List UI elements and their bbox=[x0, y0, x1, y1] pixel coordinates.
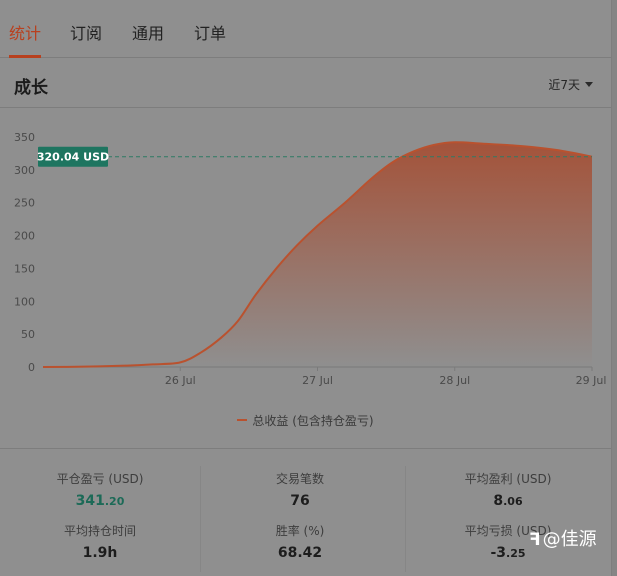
watermark-logo-icon: ꟻ bbox=[529, 530, 541, 550]
stat-item: 平均持仓时间 1.9h bbox=[0, 522, 200, 561]
time-range-value: 近7天 bbox=[548, 78, 580, 92]
reference-label: 320.04 USD bbox=[37, 151, 109, 164]
section-title: 成长 bbox=[14, 78, 48, 98]
y-tick-label: 350 bbox=[14, 131, 35, 144]
stat-value-integer: 68.42 bbox=[277, 545, 323, 561]
y-tick-label: 50 bbox=[21, 328, 35, 341]
x-tick-label: 29 Jul bbox=[576, 374, 607, 387]
y-tick-label: 150 bbox=[14, 262, 35, 275]
growth-header: 成长 近7天 bbox=[0, 58, 611, 108]
watermark: ꟻ @佳源 bbox=[529, 525, 597, 551]
stat-item: 交易笔数 76 bbox=[200, 470, 400, 509]
tab-subscription[interactable]: 订阅 bbox=[70, 20, 102, 44]
time-range-dropdown[interactable]: 近7天 bbox=[548, 76, 593, 93]
stat-label: 平仓盈亏 (USD) bbox=[56, 472, 144, 486]
x-tick-label: 26 Jul bbox=[165, 374, 196, 387]
y-tick-label: 250 bbox=[14, 197, 35, 210]
stat-value-integer: 76 bbox=[290, 493, 310, 509]
stat-value-integer: -3 bbox=[490, 545, 507, 561]
growth-chart: 0 50 100 150 200 250 300 350 26 Jul 27 Jul 28 Jul 2… bbox=[14, 131, 607, 387]
stat-value-decimal: .20 bbox=[104, 495, 125, 508]
stat-value-decimal: .06 bbox=[503, 495, 523, 508]
x-tick-label: 28 Jul bbox=[439, 374, 470, 387]
tab-general[interactable]: 通用 bbox=[132, 20, 164, 44]
stat-item: 平仓盈亏 (USD) 341.20 bbox=[0, 470, 200, 509]
stat-label: 平均持仓时间 bbox=[63, 524, 136, 538]
stat-value-integer: 8 bbox=[493, 493, 504, 509]
stat-value: 1.9h bbox=[0, 545, 200, 561]
stat-item: 胜率 (%) 68.42 bbox=[200, 522, 400, 561]
series-area bbox=[43, 142, 592, 367]
y-tick-label: 0 bbox=[28, 361, 35, 374]
legend-label: 总收益 (包含持仓盈亏) bbox=[252, 414, 374, 428]
stats-divider bbox=[0, 448, 611, 449]
tab-statistics[interactable]: 统计 bbox=[9, 20, 41, 44]
stat-label: 平均盈利 (USD) bbox=[464, 472, 552, 486]
window-edge bbox=[611, 0, 617, 576]
watermark-text: @佳源 bbox=[542, 529, 597, 550]
y-tick-label: 200 bbox=[14, 230, 35, 243]
stat-value: 68.42 bbox=[200, 545, 400, 561]
stat-value: 76 bbox=[200, 493, 400, 509]
stat-label: 交易笔数 bbox=[275, 472, 324, 486]
chart-legend: 总收益 (包含持仓盈亏) bbox=[0, 412, 611, 429]
y-tick-label: 100 bbox=[14, 295, 35, 308]
stat-value-integer: 1.9h bbox=[82, 545, 118, 561]
tab-orders[interactable]: 订单 bbox=[194, 20, 226, 44]
legend-swatch bbox=[237, 419, 248, 421]
y-tick-label: 300 bbox=[14, 164, 35, 177]
tab-bar: 统计 订阅 通用 订单 bbox=[0, 0, 611, 58]
stat-label: 胜率 (%) bbox=[275, 524, 325, 538]
caret-down-icon bbox=[585, 82, 593, 87]
x-tick-label: 27 Jul bbox=[302, 374, 333, 387]
stat-value: 341.20 bbox=[0, 493, 200, 509]
stat-value-integer: 341 bbox=[75, 493, 105, 509]
stat-value-decimal: .25 bbox=[506, 547, 526, 560]
stat-value: 8.06 bbox=[405, 493, 611, 509]
stat-item: 平均盈利 (USD) 8.06 bbox=[405, 470, 611, 509]
